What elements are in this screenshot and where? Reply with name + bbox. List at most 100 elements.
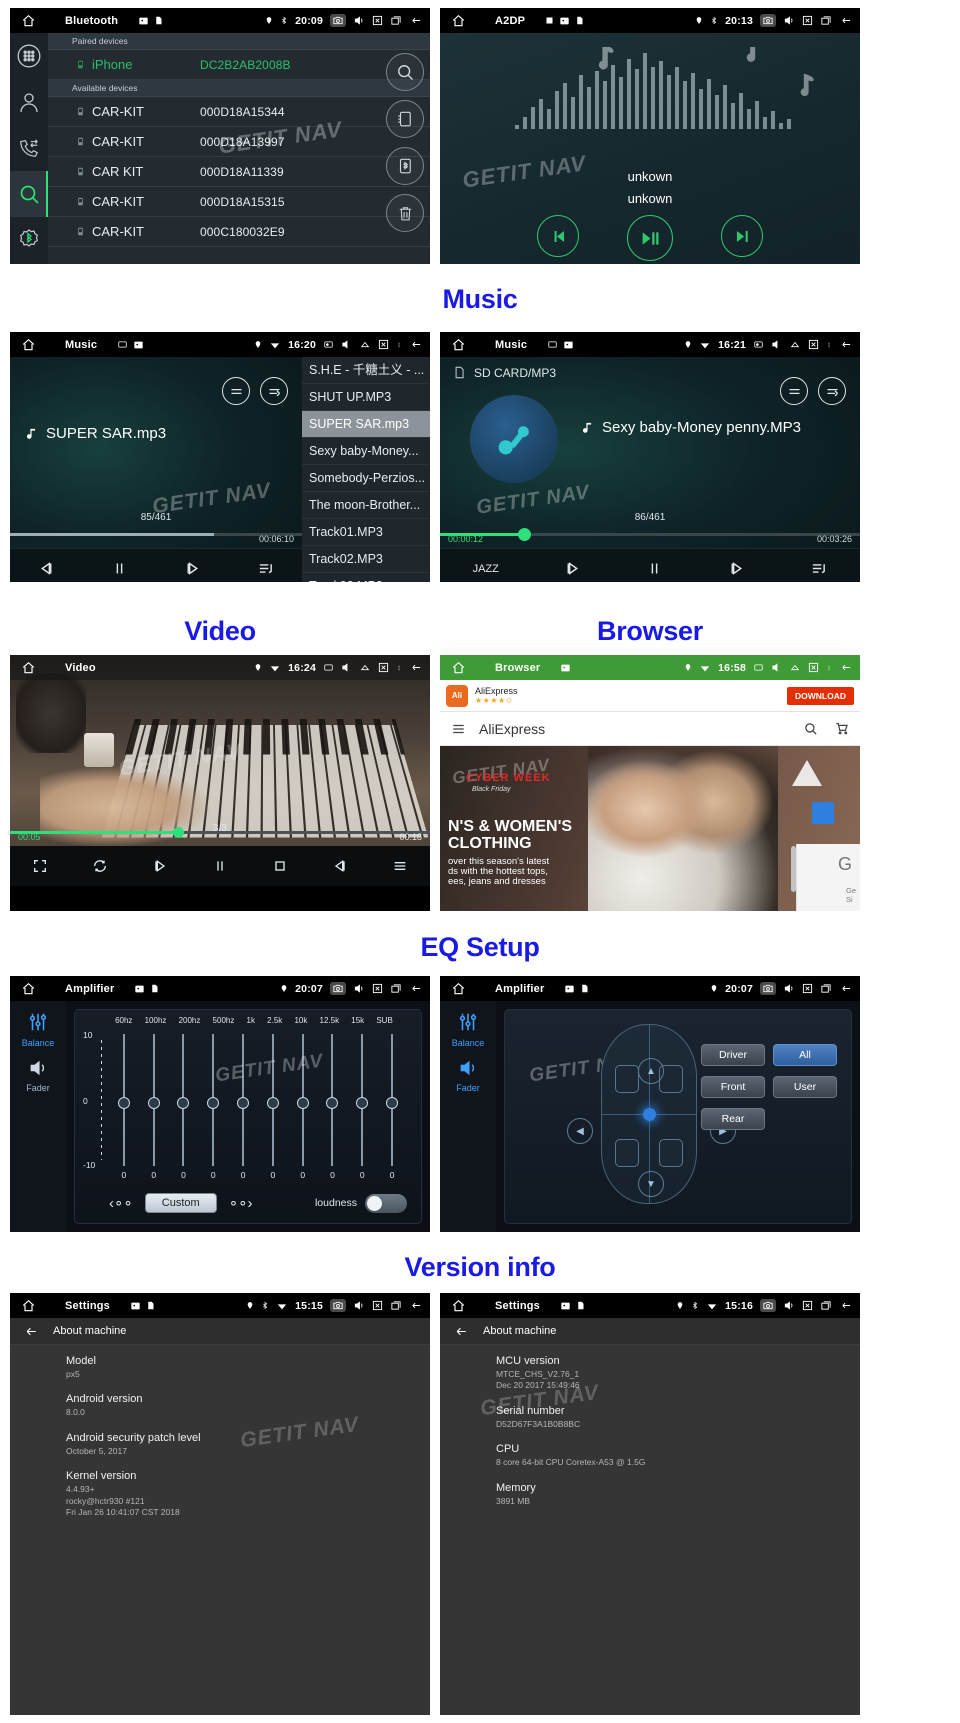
eq-slider-band[interactable] bbox=[235, 1034, 251, 1166]
back-icon[interactable] bbox=[839, 339, 853, 350]
bluetooth-actions[interactable] bbox=[386, 53, 424, 232]
screen-a2dp[interactable]: A2DP 20:13 GETIT NAV unkown unkown bbox=[440, 8, 860, 264]
sidebar-item-bluetooth-settings[interactable] bbox=[10, 217, 48, 263]
close-icon[interactable] bbox=[802, 1300, 813, 1311]
playlist-button[interactable] bbox=[257, 560, 274, 577]
home-icon[interactable] bbox=[447, 14, 469, 28]
home-icon[interactable] bbox=[17, 14, 39, 28]
a2dp-transport-controls[interactable] bbox=[440, 215, 860, 261]
sidebar-item-fader[interactable]: Fader bbox=[456, 1058, 480, 1093]
table-row[interactable]: CAR-KIT 000D18A13997 bbox=[48, 127, 430, 157]
music-playlist[interactable]: S.H.E - 千糖土义 - ... SHUT UP.MP3 SUPER SAR… bbox=[302, 357, 430, 582]
eq-slider-band[interactable] bbox=[265, 1034, 281, 1166]
camera-icon[interactable] bbox=[330, 982, 346, 995]
screen-browser[interactable]: Browser 16:58 Ali AliExpress ★★★★✩ DOWNL… bbox=[440, 655, 860, 911]
camera-icon[interactable] bbox=[330, 14, 346, 27]
screen-music-sdcard[interactable]: Music 16:21 SD CARD/MP3 Sexy baby-Money … bbox=[440, 332, 860, 582]
home-icon[interactable] bbox=[447, 982, 469, 996]
table-row[interactable]: CAR-KIT 000C180032E9 bbox=[48, 217, 430, 247]
bluetooth-device-icon[interactable] bbox=[386, 147, 424, 185]
previous-track-button[interactable] bbox=[564, 560, 581, 577]
fader-down-button[interactable]: ▼ bbox=[638, 1171, 664, 1197]
fader-preset-front[interactable]: Front bbox=[701, 1076, 765, 1098]
previous-track-button[interactable] bbox=[38, 560, 55, 577]
camera-icon[interactable] bbox=[760, 1299, 776, 1312]
sidebar-item-call-transfer[interactable] bbox=[10, 125, 48, 171]
eject-icon[interactable] bbox=[789, 340, 801, 350]
phonebook-icon[interactable] bbox=[386, 100, 424, 138]
list-item[interactable]: Track03.MP3 bbox=[302, 573, 430, 582]
playlist-button[interactable] bbox=[392, 858, 408, 874]
next-track-button[interactable] bbox=[721, 215, 763, 257]
eject-icon[interactable] bbox=[359, 663, 371, 673]
pause-button[interactable] bbox=[111, 560, 128, 577]
eq-slider-band[interactable] bbox=[175, 1034, 191, 1166]
list-item[interactable]: Track01.MP3 bbox=[302, 519, 430, 546]
screen-music-player[interactable]: Music 16:20 SUPER SAR.mp3 85/461 00:06:1… bbox=[10, 332, 430, 582]
stop-button[interactable] bbox=[272, 858, 288, 874]
repeat-mode-icon[interactable] bbox=[818, 377, 846, 405]
eq-sidebar[interactable]: Balance Fader bbox=[10, 1001, 66, 1232]
back-icon[interactable] bbox=[409, 15, 423, 26]
eq-panel[interactable]: 60hz 100hz 200hz 500hz 1k 2.5k 10k 12.5k… bbox=[74, 1009, 422, 1224]
fullscreen-button[interactable] bbox=[32, 858, 48, 874]
camera-icon[interactable] bbox=[760, 14, 776, 27]
list-item[interactable]: Sexy baby-Money... bbox=[302, 438, 430, 465]
screenshot-icon[interactable] bbox=[563, 340, 574, 350]
fader-preset-driver[interactable]: Driver bbox=[701, 1044, 765, 1066]
close-icon[interactable] bbox=[808, 339, 819, 350]
repeat-button[interactable] bbox=[92, 858, 108, 874]
close-icon[interactable] bbox=[372, 983, 383, 994]
fader-preset-rear[interactable]: Rear bbox=[701, 1108, 765, 1130]
repeat-mode-icon[interactable] bbox=[260, 377, 288, 405]
list-item[interactable]: SHUT UP.MP3 bbox=[302, 384, 430, 411]
more-options-icon[interactable] bbox=[826, 662, 832, 674]
screenshot-icon[interactable] bbox=[323, 663, 334, 672]
close-icon[interactable] bbox=[802, 983, 813, 994]
eq-slider-band[interactable] bbox=[324, 1034, 340, 1166]
home-icon[interactable] bbox=[447, 338, 469, 352]
music-mode-buttons[interactable] bbox=[780, 377, 846, 405]
table-row[interactable]: CAR-KIT 000D18A15315 bbox=[48, 187, 430, 217]
eject-icon[interactable] bbox=[789, 663, 801, 673]
list-item[interactable]: The moon-Brother... bbox=[302, 492, 430, 519]
fader-left-button[interactable]: ◀ bbox=[567, 1118, 593, 1144]
screenshot-icon[interactable] bbox=[559, 16, 570, 26]
preset-button[interactable]: Custom bbox=[144, 1193, 217, 1213]
eject-icon[interactable] bbox=[359, 340, 371, 350]
screenshot-icon[interactable] bbox=[564, 984, 575, 994]
eq-footer[interactable]: ‹∘∘ Custom ∘∘› loudness bbox=[109, 1193, 407, 1213]
bluetooth-sidebar[interactable] bbox=[10, 33, 48, 264]
screen-bluetooth[interactable]: Bluetooth 20:09 Paired devices iPhone DC… bbox=[10, 8, 430, 264]
seek-bar[interactable] bbox=[440, 528, 860, 541]
next-track-button[interactable] bbox=[184, 560, 201, 577]
next-track-button[interactable] bbox=[332, 858, 348, 874]
eq-slider-band[interactable] bbox=[354, 1034, 370, 1166]
screenshot-icon[interactable] bbox=[133, 340, 144, 350]
fader-panel[interactable]: GETIT NAV ▲ ▼ ◀ ▶ Driver Front Rear All … bbox=[504, 1009, 852, 1224]
back-arrow-icon[interactable] bbox=[24, 1325, 39, 1338]
browser-body[interactable]: Ali AliExpress ★★★★✩ DOWNLOAD AliExpress bbox=[440, 680, 860, 911]
eq-sliders[interactable] bbox=[109, 1034, 407, 1166]
volume-icon[interactable] bbox=[771, 662, 782, 673]
previous-track-button[interactable] bbox=[152, 858, 168, 874]
sidebar-item-search[interactable] bbox=[10, 171, 48, 217]
home-icon[interactable] bbox=[17, 982, 39, 996]
close-icon[interactable] bbox=[372, 1300, 383, 1311]
volume-icon[interactable] bbox=[783, 983, 795, 994]
settings-subheader-2[interactable]: About machine bbox=[440, 1318, 860, 1345]
camera-icon[interactable] bbox=[760, 982, 776, 995]
volume-icon[interactable] bbox=[783, 1300, 795, 1311]
fader-preset-user[interactable]: User bbox=[773, 1076, 837, 1098]
screenshot-icon[interactable] bbox=[560, 1301, 571, 1311]
scrollbar[interactable] bbox=[791, 846, 796, 892]
screenshot-icon[interactable] bbox=[323, 340, 334, 349]
back-icon[interactable] bbox=[409, 339, 423, 350]
more-options-icon[interactable] bbox=[826, 339, 832, 351]
list-item[interactable]: SUPER SAR.mp3 bbox=[302, 411, 430, 438]
browser-site-nav[interactable]: AliExpress bbox=[440, 712, 860, 746]
close-icon[interactable] bbox=[372, 15, 383, 26]
search-icon[interactable] bbox=[803, 721, 818, 736]
volume-icon[interactable] bbox=[353, 983, 365, 994]
screen-settings-about-1[interactable]: Settings 15:15 About machine Model px5 A… bbox=[10, 1293, 430, 1715]
